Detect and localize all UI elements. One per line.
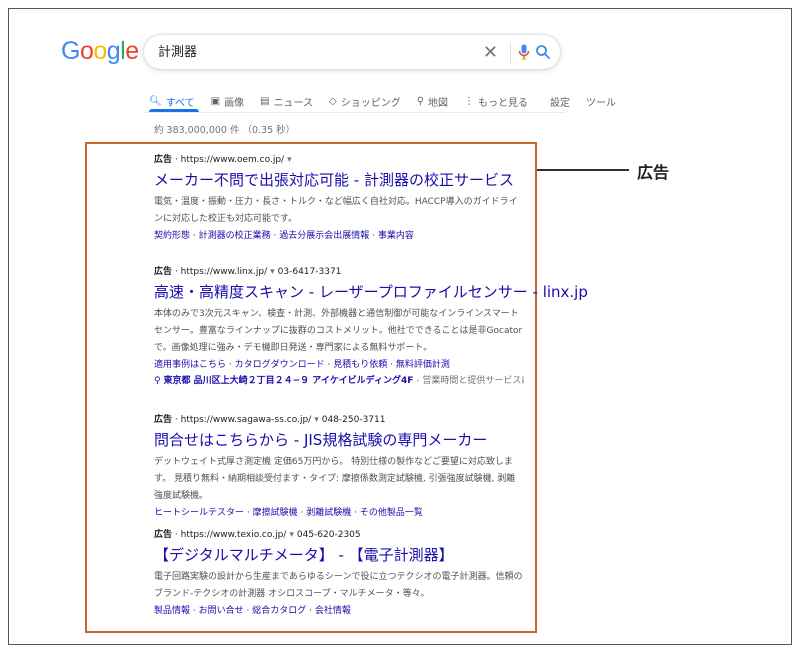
ad-sitelink[interactable]: 会社情報 <box>315 606 351 616</box>
ad-result: 広告 · https://www.texio.co.jp/▾ 045-620-23… <box>154 527 524 619</box>
ad-badge: 広告 <box>154 530 173 540</box>
tab-label: 画像 <box>224 97 245 109</box>
ad-address: 東京都 品川区上大崎２丁目２４−９ アイケイビルディング4F <box>163 376 414 386</box>
ad-url[interactable]: https://www.sagawa-ss.co.jp/ <box>181 415 312 425</box>
screenshot-frame: Google ✕ 🔍︎ すべて ▣ 画像 <box>8 8 792 645</box>
ad-sitelink[interactable]: お問い合せ <box>199 606 244 616</box>
ad-sitelink[interactable]: 計測器の校正業務 <box>199 231 271 241</box>
ad-title-link[interactable]: 【デジタルマルチメータ】 - 【電子計測器】 <box>154 545 524 565</box>
tab-label: すべて <box>165 97 195 109</box>
ad-badge: 広告 <box>154 267 173 277</box>
chevron-down-icon[interactable]: ▾ <box>287 155 292 165</box>
ad-sitelink[interactable]: その他製品一覧 <box>360 508 423 518</box>
more-vert-icon: ⋮ <box>464 95 475 107</box>
news-icon: ▤ <box>260 95 270 107</box>
search-divider <box>510 43 511 63</box>
ad-sitelink[interactable]: 事業内容 <box>378 231 414 241</box>
ad-phone[interactable]: 03-6417-3371 <box>278 267 342 277</box>
tag-icon: ◇ <box>329 95 337 107</box>
ad-header: 広告 · https://www.linx.jp/▾ 03-6417-3371 <box>154 267 342 277</box>
ad-description: デットウェイト式厚さ測定機 定価65万円から。 特別仕様の製作などご要望に対応致… <box>154 457 516 501</box>
ad-sitelink[interactable]: 製品情報 <box>154 606 190 616</box>
tab-tools[interactable]: ツール <box>586 89 616 113</box>
logo-letter: G <box>61 37 80 65</box>
ad-header: 広告 · https://www.oem.co.jp/▾ <box>154 155 292 165</box>
ad-sitelink[interactable]: 総合カタログ <box>252 606 306 616</box>
tab-label: 地図 <box>428 97 449 109</box>
ad-phone[interactable]: 045-620-2305 <box>297 530 361 540</box>
ad-sitelinks: 契約形態 · 計測器の校正業務 · 過去分展示会出展情報 · 事業内容 <box>154 231 414 241</box>
callout-line <box>537 169 629 171</box>
tab-settings[interactable]: 設定 <box>550 89 570 113</box>
ad-sitelink[interactable]: 過去分展示会出展情報 <box>279 231 369 241</box>
ad-description: 電気・温度・振動・圧力・長さ・トルク・など幅広く自社対応。HACCP導入のガイド… <box>154 197 518 224</box>
logo-letter: e <box>125 37 139 65</box>
ads-callout-label: 広告 <box>637 163 670 182</box>
ad-badge: 広告 <box>154 415 173 425</box>
ad-sitelink[interactable]: 契約形態 <box>154 231 190 241</box>
tab-label: ツール <box>586 97 617 109</box>
ad-title-link[interactable]: 問合せはこちらから - JIS規格試験の専門メーカー <box>154 430 524 450</box>
ad-sitelink[interactable]: 摩擦試験機 <box>253 508 298 518</box>
chevron-down-icon[interactable]: ▾ <box>289 530 294 540</box>
ad-sitelinks: 製品情報 · お問い合せ · 総合カタログ · 会社情報 <box>154 606 351 616</box>
ad-result: 広告 · https://www.oem.co.jp/▾ メーカー不問で出張対応… <box>154 152 524 244</box>
tabs-divider <box>143 112 565 113</box>
ad-result: 広告 · https://www.sagawa-ss.co.jp/▾ 048-25… <box>154 412 524 521</box>
ad-location[interactable]: ⚲ 東京都 品川区上大崎２丁目２４−９ アイケイビルディング4F - 営業時間と… <box>154 373 524 389</box>
ad-sitelinks: ヒートシールテスター · 摩擦試験機 · 剥離試験機 · その他製品一覧 <box>154 508 423 518</box>
ad-sitelink[interactable]: 剥離試験機 <box>306 508 351 518</box>
logo-letter: o <box>93 37 107 65</box>
map-pin-icon: ⚲ <box>416 95 425 107</box>
logo-letter: g <box>106 37 121 65</box>
tab-images[interactable]: ▣ 画像 <box>211 89 244 113</box>
search-box[interactable]: ✕ <box>143 34 561 70</box>
tab-more[interactable]: ⋮ もっと見る <box>464 89 528 113</box>
chevron-down-icon[interactable]: ▾ <box>270 267 275 277</box>
ad-description: 電子回路実験の設計から生産まであらゆるシーンで役に立つテクシオの電子計測器。信頼… <box>154 572 523 599</box>
ad-url[interactable]: https://www.linx.jp/ <box>181 267 268 277</box>
tab-news[interactable]: ▤ ニュース <box>260 89 313 113</box>
search-tabs: 🔍︎ すべて ▣ 画像 ▤ ニュース ◇ ショッピング ⚲ 地図 ⋮ もっと見る… <box>149 89 632 113</box>
ad-sitelinks: 適用事例はこちら · カタログダウンロード · 見積もり依頼 · 無料評価計測 <box>154 360 450 370</box>
ad-sitelink[interactable]: 見積もり依頼 <box>333 360 387 370</box>
mic-icon[interactable] <box>518 44 530 64</box>
tab-maps[interactable]: ⚲ 地図 <box>417 89 448 113</box>
ad-url[interactable]: https://www.texio.co.jp/ <box>181 530 287 540</box>
ad-header: 広告 · https://www.sagawa-ss.co.jp/▾ 048-25… <box>154 415 386 425</box>
ad-sitelink[interactable]: 無料評価計測 <box>396 360 450 370</box>
close-icon[interactable]: ✕ <box>483 42 498 63</box>
search-icon: 🔍︎ <box>149 95 162 107</box>
ad-location-extra: - 営業時間と提供サービスは... <box>416 376 524 386</box>
tab-label: 設定 <box>550 97 571 109</box>
ad-sitelink[interactable]: 適用事例はこちら <box>154 360 226 370</box>
ad-title-link[interactable]: メーカー不問で出張対応可能 - 計測器の校正サービス <box>154 170 524 190</box>
ad-result: 広告 · https://www.linx.jp/▾ 03-6417-3371 高… <box>154 264 588 389</box>
logo-letter: o <box>79 37 94 65</box>
search-icon[interactable] <box>535 44 551 64</box>
image-icon: ▣ <box>210 95 221 107</box>
result-stats: 約 383,000,000 件 （0.35 秒） <box>154 125 296 136</box>
google-logo[interactable]: Google <box>61 37 139 66</box>
tab-shopping[interactable]: ◇ ショッピング <box>329 89 401 113</box>
ad-description: 本体のみで3次元スキャン、検査・計測、外部機器と通信制御が可能なインラインスマー… <box>154 309 523 353</box>
tab-label: ショッピング <box>340 97 401 109</box>
ad-url[interactable]: https://www.oem.co.jp/ <box>181 155 284 165</box>
ad-sitelink[interactable]: ヒートシールテスター <box>154 508 244 518</box>
map-pin-icon: ⚲ <box>154 376 161 386</box>
ad-badge: 広告 <box>154 155 173 165</box>
ad-title-link[interactable]: 高速・高精度スキャン - レーザープロファイルセンサー - linx.jp <box>154 282 588 302</box>
tab-label: もっと見る <box>478 97 529 109</box>
ad-sitelink[interactable]: カタログダウンロード <box>235 360 325 370</box>
ad-header: 広告 · https://www.texio.co.jp/▾ 045-620-23… <box>154 530 361 540</box>
ad-phone[interactable]: 048-250-3711 <box>322 415 386 425</box>
chevron-down-icon[interactable]: ▾ <box>314 415 319 425</box>
tab-label: ニュース <box>273 97 314 109</box>
search-input[interactable] <box>158 43 458 58</box>
